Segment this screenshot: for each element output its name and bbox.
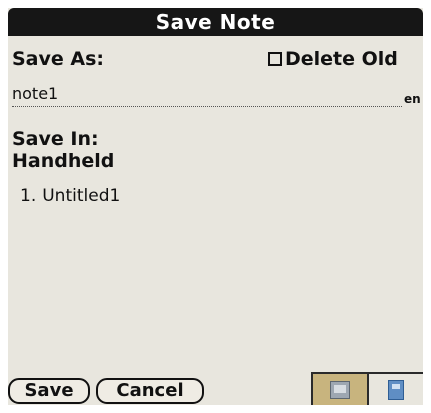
handheld-toggle-button[interactable]: [313, 374, 369, 405]
cancel-button[interactable]: Cancel: [96, 378, 204, 404]
list-item-name: Untitled1: [42, 186, 121, 206]
storage-toggle: [311, 372, 423, 405]
list-item-index: 1.: [20, 186, 37, 206]
card-icon: [388, 379, 404, 400]
save-button[interactable]: Save: [8, 378, 90, 404]
dialog-title: Save Note: [8, 8, 423, 36]
input-mode-indicator: en: [404, 92, 421, 106]
list-item[interactable]: 1. Untitled1: [8, 184, 423, 208]
note-name-value[interactable]: note1: [12, 84, 58, 104]
handheld-icon: [330, 380, 350, 399]
note-name-field[interactable]: note1: [12, 84, 402, 107]
delete-old-checkbox[interactable]: Delete Old: [268, 48, 398, 70]
delete-old-label[interactable]: Delete Old: [285, 48, 398, 70]
storage-location-label: Handheld: [12, 150, 115, 172]
note-list: 1. Untitled1: [8, 184, 423, 208]
save-as-label: Save As:: [12, 48, 105, 70]
save-note-dialog: Save Note Save As: Delete Old note1 en S…: [8, 8, 423, 405]
card-toggle-button[interactable]: [369, 374, 423, 405]
checkbox-box[interactable]: [268, 52, 282, 66]
save-in-label: Save In:: [12, 128, 99, 150]
